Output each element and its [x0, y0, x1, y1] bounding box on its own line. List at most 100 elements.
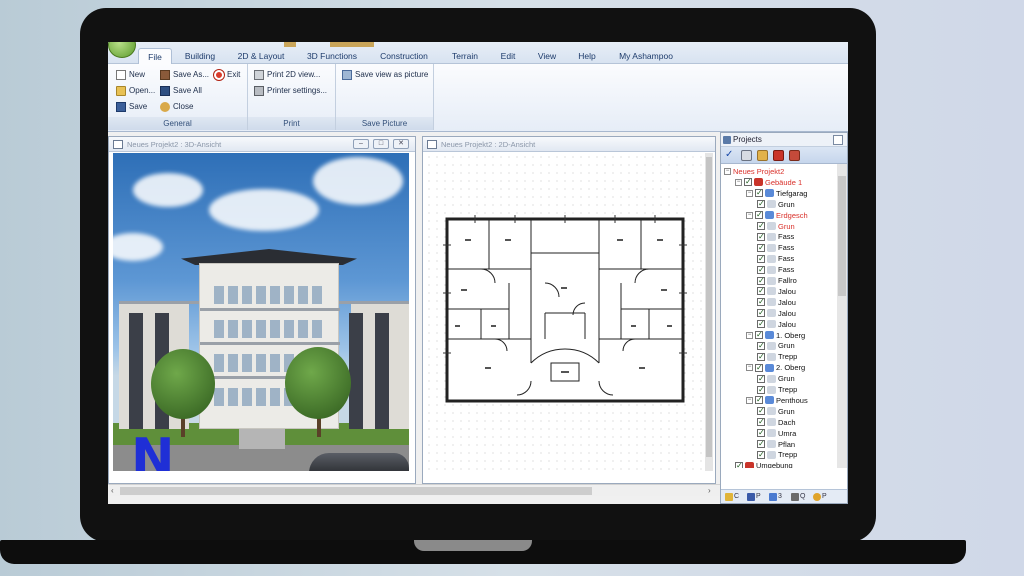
footer-tab-p[interactable]: P	[747, 492, 761, 502]
tree-item[interactable]: Fass	[757, 242, 794, 253]
visibility-checkbox[interactable]	[757, 296, 765, 307]
visibility-checkbox[interactable]	[757, 242, 765, 253]
maximize-button[interactable]: □	[373, 139, 389, 149]
visibility-checkbox[interactable]	[744, 176, 752, 187]
save-button[interactable]: Save	[116, 100, 147, 114]
tab-help[interactable]: Help	[574, 48, 600, 64]
tree-item[interactable]: − 1. Oberg	[746, 329, 805, 341]
tree-item[interactable]: Fallro	[757, 275, 797, 286]
tree-item[interactable]: Jalou	[757, 285, 796, 297]
print-2d-view-button[interactable]: Print 2D view...	[254, 68, 320, 82]
visibility-checkbox[interactable]	[757, 264, 765, 275]
visibility-checkbox[interactable]	[757, 307, 765, 318]
viewport-2d[interactable]: Neues Projekt2 : 2D-Ansicht	[422, 136, 716, 484]
rename-icon[interactable]	[741, 150, 752, 161]
save-as-button[interactable]: Save As...	[160, 68, 209, 82]
tree-item[interactable]: Trepp	[757, 449, 797, 460]
folder-icon[interactable]	[757, 150, 768, 161]
close-button[interactable]: Close	[160, 100, 193, 114]
tab-view[interactable]: View	[534, 48, 560, 64]
visibility-checkbox[interactable]	[735, 460, 743, 468]
app-menu-orb-icon[interactable]	[108, 42, 136, 58]
new-button[interactable]: New	[116, 68, 145, 82]
tree-item[interactable]: − 2. Oberg	[746, 362, 805, 373]
tree-item[interactable]: − Gebäude 1	[735, 176, 802, 188]
tab-file[interactable]: File	[138, 48, 172, 64]
tree-item[interactable]: Umgebung	[735, 460, 793, 468]
footer-tab-q[interactable]: Q	[791, 492, 805, 502]
tree-scrollbar[interactable]	[837, 164, 847, 468]
scroll-left-icon[interactable]: ‹	[111, 485, 114, 497]
visibility-checkbox[interactable]	[757, 384, 765, 395]
collapse-icon[interactable]: −	[746, 396, 753, 404]
save-view-as-picture-button[interactable]: Save view as picture	[342, 68, 428, 82]
project-tree[interactable]: −Neues Projekt2−Gebäude 1−TiefgaragGrun−…	[721, 164, 837, 468]
visibility-checkbox[interactable]	[757, 449, 765, 460]
visibility-checkbox[interactable]	[755, 209, 763, 220]
tab-construction[interactable]: Construction	[376, 48, 432, 64]
2d-plan-canvas[interactable]	[425, 153, 703, 471]
tree-item[interactable]: Grun	[757, 373, 795, 384]
tree-item[interactable]: − Neues Projekt2	[724, 166, 784, 177]
visibility-checkbox[interactable]	[757, 438, 765, 449]
tree-item[interactable]: Grun	[757, 340, 795, 351]
visibility-checkbox[interactable]	[757, 220, 765, 231]
visibility-checkbox[interactable]	[757, 253, 765, 264]
checkmark-icon[interactable]: ✓	[725, 150, 736, 161]
visibility-checkbox[interactable]	[757, 318, 765, 329]
tree-item[interactable]: Trepp	[757, 384, 797, 395]
tree-item[interactable]: Grun	[757, 220, 795, 232]
collapse-icon[interactable]: −	[746, 211, 753, 219]
visibility-checkbox[interactable]	[757, 231, 765, 242]
visibility-checkbox[interactable]	[757, 405, 765, 416]
horizontal-scrollbar-thumb[interactable]	[120, 487, 592, 495]
tree-item[interactable]: Trepp	[757, 351, 797, 362]
tree-item[interactable]: − Erdgesch	[746, 209, 808, 221]
panel-pin-icon[interactable]	[833, 135, 843, 145]
tab-my-ashampoo[interactable]: My Ashampoo	[614, 48, 678, 64]
tree-item[interactable]: Pflan	[757, 438, 795, 450]
scrollbar-thumb[interactable]	[706, 157, 712, 457]
tab-edit[interactable]: Edit	[496, 48, 520, 64]
tree-item[interactable]: Umra	[757, 427, 796, 439]
tree-item[interactable]: Jalou	[757, 296, 796, 308]
visibility-checkbox[interactable]	[755, 362, 763, 373]
tree-item[interactable]: − Penthous	[746, 394, 808, 406]
tab-building[interactable]: Building	[180, 48, 220, 64]
visibility-checkbox[interactable]	[757, 340, 765, 351]
footer-tab-3[interactable]: 3	[769, 492, 782, 502]
scroll-right-icon[interactable]: ›	[708, 485, 711, 497]
tree-item[interactable]: Jalou	[757, 318, 796, 330]
visibility-checkbox[interactable]	[757, 351, 765, 362]
vertical-scrollbar[interactable]	[705, 153, 713, 471]
tree-item[interactable]: Grun	[757, 198, 795, 210]
printer-settings-button[interactable]: Printer settings...	[254, 84, 327, 98]
tree-scrollbar-thumb[interactable]	[838, 176, 846, 296]
collapse-icon[interactable]: −	[746, 189, 753, 197]
tree-item[interactable]: Grun	[757, 405, 795, 417]
tab-2d-layout[interactable]: 2D & Layout	[234, 48, 288, 64]
visibility-checkbox[interactable]	[757, 275, 765, 286]
tree-item[interactable]: − Tiefgarag	[746, 187, 807, 199]
tree-item[interactable]: Fass	[757, 264, 794, 275]
tree-item[interactable]: Jalou	[757, 307, 796, 319]
delete-icon[interactable]	[773, 150, 784, 161]
tab-3d-functions[interactable]: 3D Functions	[304, 48, 360, 64]
visibility-checkbox[interactable]	[755, 394, 763, 405]
3d-scene[interactable]: N	[113, 153, 409, 471]
visibility-checkbox[interactable]	[755, 329, 763, 340]
tree-item[interactable]: Fass	[757, 231, 794, 242]
viewport-3d[interactable]: Neues Projekt2 : 3D-Ansicht – □ ✕ N	[108, 136, 416, 484]
close-view-button[interactable]: ✕	[393, 139, 409, 149]
exit-button[interactable]: Exit	[214, 68, 240, 82]
collapse-icon[interactable]: −	[746, 364, 753, 372]
collapse-icon[interactable]: −	[746, 331, 753, 339]
visibility-checkbox[interactable]	[757, 373, 765, 384]
footer-tab-c[interactable]: C	[725, 492, 739, 502]
visibility-checkbox[interactable]	[757, 427, 765, 438]
horizontal-scrollbar[interactable]: ‹ ›	[108, 484, 720, 496]
visibility-checkbox[interactable]	[755, 187, 763, 198]
tree-item[interactable]: Dach	[757, 416, 796, 428]
visibility-checkbox[interactable]	[757, 416, 765, 427]
visibility-checkbox[interactable]	[757, 198, 765, 209]
